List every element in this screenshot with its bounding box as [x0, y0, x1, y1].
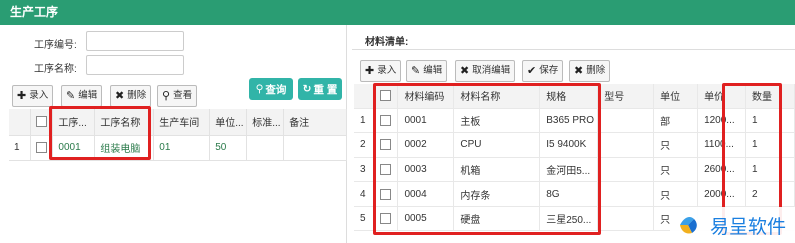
cell-workshop: 01: [153, 135, 211, 161]
brand-logo-icon: [680, 217, 697, 234]
process-code-input[interactable]: [86, 31, 184, 51]
row-index: 1: [354, 108, 375, 134]
search-icon: ⚲: [162, 90, 171, 102]
cell-unit: 只: [653, 157, 699, 183]
cell-model: [597, 108, 655, 134]
cell-unit: 50: [209, 135, 248, 161]
view-button[interactable]: ⚲ 查看: [157, 85, 198, 107]
row-index: 2: [354, 132, 375, 158]
cell-standard: [246, 135, 285, 161]
highlight-box: [373, 83, 601, 235]
materials-title: 材料清单:: [365, 37, 409, 48]
process-name-label: 工序名称:: [34, 64, 77, 75]
row-index: 3: [354, 157, 375, 183]
page-title: 生产工序: [10, 5, 59, 19]
divider: [352, 49, 795, 50]
reset-button[interactable]: ↻ 重 置: [298, 78, 342, 100]
close-icon: ✖: [115, 90, 125, 102]
query-button[interactable]: ⚲ 查询: [249, 78, 293, 100]
row-index: 1: [9, 135, 32, 161]
search-icon: ⚲: [255, 83, 264, 95]
material-add-button[interactable]: ✚ 录入: [360, 60, 402, 82]
col-note[interactable]: 备注: [283, 109, 347, 136]
delete-button[interactable]: ✖ 删除: [110, 85, 152, 107]
process-name-input[interactable]: [86, 55, 184, 75]
row-index: 4: [354, 181, 375, 207]
cell-model: [597, 181, 655, 207]
watermark-logo: 易呈软件: [670, 207, 795, 243]
close-icon: ✖: [574, 65, 584, 77]
plus-icon: ✚: [17, 90, 27, 102]
process-code-label: 工序编号:: [34, 40, 77, 51]
cell-note: [283, 135, 347, 161]
check-icon: ✔: [527, 65, 537, 77]
refresh-icon: ↻: [302, 83, 312, 95]
cell-model: [597, 132, 655, 158]
col-workshop[interactable]: 生产车间: [153, 109, 211, 136]
cell-model: [597, 157, 655, 183]
cell-unit: 只: [653, 181, 699, 207]
col-standard[interactable]: 标准...: [246, 109, 285, 136]
edit-icon: ✎: [66, 90, 76, 102]
highlight-box: [49, 106, 151, 160]
save-button[interactable]: ✔ 保存: [522, 60, 564, 82]
material-delete-button[interactable]: ✖ 删除: [569, 60, 611, 82]
add-button[interactable]: ✚ 录入: [12, 85, 54, 107]
col-unit[interactable]: 单位: [653, 84, 699, 109]
cancel-edit-button[interactable]: ✖ 取消编辑: [455, 60, 516, 82]
edit-button[interactable]: ✎ 编辑: [61, 85, 103, 107]
edit-icon: ✎: [411, 65, 421, 77]
cell-unit: 部: [653, 108, 699, 134]
plus-icon: ✚: [365, 65, 375, 77]
col-unit[interactable]: 单位...: [209, 109, 248, 136]
cell-model: [597, 206, 655, 232]
watermark-text: 易呈软件: [710, 215, 787, 238]
close-icon: ✖: [460, 65, 470, 77]
cell-unit: 只: [653, 132, 699, 158]
col-model[interactable]: 型号: [597, 84, 655, 109]
material-edit-button[interactable]: ✎ 编辑: [406, 60, 448, 82]
row-index: 5: [354, 206, 375, 232]
page-title-bar: 生产工序: [0, 0, 795, 25]
